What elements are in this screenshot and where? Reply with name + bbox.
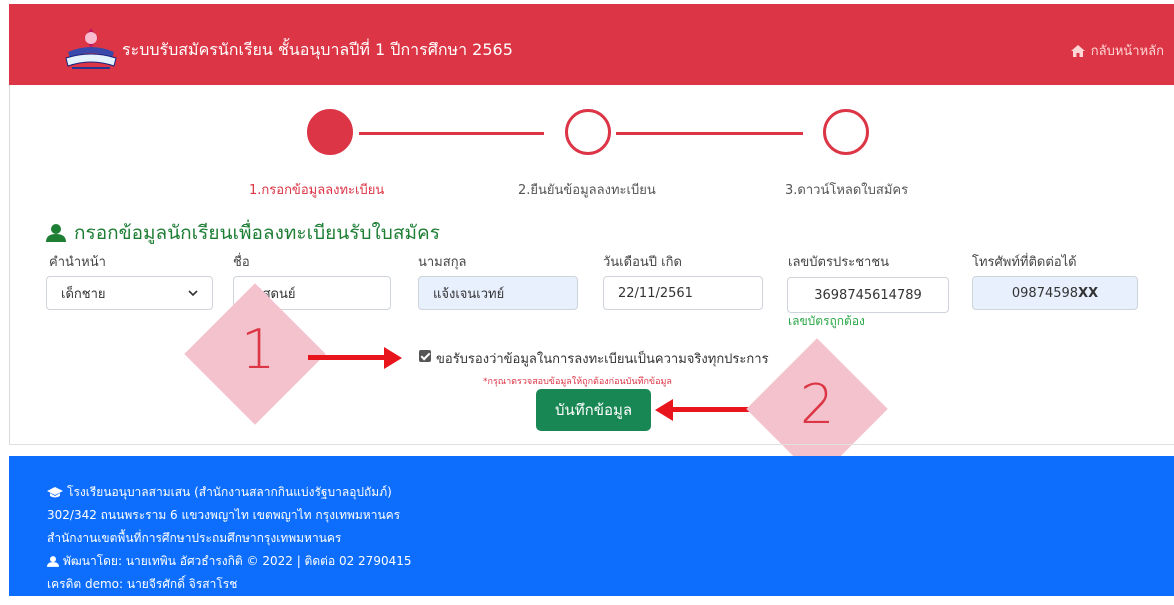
id-card-input[interactable]: 3698745614789 — [787, 277, 949, 313]
frame-border — [9, 85, 10, 445]
step-3-label: 3.ดาวน์โหลดใบสมัคร — [785, 183, 909, 198]
step-3-indicator — [823, 109, 869, 155]
consent-label: ขอรับรองว่าข้อมูลในการลงทะเบียนเป็นความจ… — [436, 352, 769, 367]
user-icon — [47, 556, 59, 567]
prefix-select[interactable]: เด็กชาย — [46, 276, 213, 310]
save-button[interactable]: บันทึกข้อมูล — [536, 389, 651, 431]
id-card-label: เลขบัตรประชาชน — [788, 255, 890, 270]
app-title: ระบบรับสมัครนักเรียน ชั้นอนุบาลปีที่ 1 ป… — [122, 40, 513, 59]
step-1-label: 1.กรอกข้อมูลลงทะเบียน — [249, 183, 385, 198]
home-link[interactable]: กลับหน้าหลัก — [1070, 40, 1164, 61]
section-title: กรอกข้อมูลนักเรียนเพื่อลงทะเบียนรับใบสมั… — [46, 218, 440, 248]
first-name-label: ชื่อ — [233, 255, 250, 270]
footer-credit: เครดิต demo: นายจีรศักดิ์ จิรสาโรช — [47, 577, 238, 591]
prefix-value: เด็กชาย — [61, 286, 106, 302]
step-1-indicator — [307, 109, 353, 155]
graduation-cap-icon — [47, 486, 63, 497]
footer-developer-text: พัฒนาโดย: นายเทพิน อัศวธำรงกิติ © 2022 |… — [63, 554, 412, 568]
footer-school: โรงเรียนอนุบาลสามเสน (สำนักงานสลากกินแบ่… — [47, 483, 392, 502]
home-icon — [1070, 44, 1085, 57]
birth-date-label: วันเดือนปี เกิด — [603, 255, 682, 270]
step-connector-2 — [616, 132, 803, 135]
phone-input[interactable]: 09874598 XX — [972, 276, 1138, 310]
phone-label: โทรศัพท์ที่ติดต่อได้ — [972, 255, 1077, 270]
step-2-label: 2.ยืนยันข้อมูลลงทะเบียน — [518, 183, 656, 198]
footer: โรงเรียนอนุบาลสามเสน (สำนักงานสลากกินแบ่… — [9, 456, 1174, 596]
user-icon — [46, 224, 66, 242]
footer-developer: พัฒนาโดย: นายเทพิน อัศวธำรงกิติ © 2022 |… — [47, 552, 412, 571]
step-connector-1 — [359, 132, 544, 135]
footer-address: 302/342 ถนนพระราม 6 แขวงพญาไท เขตพญาไท ก… — [47, 508, 401, 522]
footer-district: สำนักงานเขตพื้นที่การศึกษาประถมศึกษากรุง… — [47, 531, 342, 545]
prefix-label: คำนำหน้า — [49, 255, 106, 270]
phone-value: 09874598 — [1011, 285, 1079, 301]
phone-value-masked: XX — [1078, 285, 1099, 301]
last-name-value: แจ้งเจนเวทย์ — [433, 286, 505, 302]
school-emblem-icon — [65, 28, 117, 69]
header-bar: ระบบรับสมัครนักเรียน ชั้นอนุบาลปีที่ 1 ป… — [9, 4, 1174, 85]
last-name-label: นามสกุล — [418, 255, 467, 270]
step-2-indicator — [565, 109, 611, 155]
birth-date-value: 22/11/2561 — [618, 285, 693, 301]
chevron-down-icon — [188, 290, 198, 297]
birth-date-input[interactable]: 22/11/2561 — [603, 276, 763, 310]
footer-school-text: โรงเรียนอนุบาลสามเสน (สำนักงานสลากกินแบ่… — [67, 485, 392, 499]
annotation-arrow-1 — [308, 355, 386, 360]
annotation-number-2: 2 — [800, 373, 835, 436]
home-link-label: กลับหน้าหลัก — [1090, 44, 1164, 59]
consent-checkbox[interactable] — [419, 350, 431, 362]
last-name-input[interactable]: แจ้งเจนเวทย์ — [418, 276, 578, 310]
annotation-number-1: 1 — [241, 318, 276, 381]
id-card-value: 3698745614789 — [814, 287, 922, 303]
arrow-right-icon — [384, 347, 402, 369]
content-divider — [9, 444, 1174, 445]
id-card-valid-message: เลขบัตรถูกต้อง — [788, 314, 865, 328]
section-title-text: กรอกข้อมูลนักเรียนเพื่อลงทะเบียนรับใบสมั… — [74, 222, 440, 244]
warning-message: *กรุณาตรวจสอบข้อมูลให้ถูกต้องก่อนบันทึกข… — [483, 377, 672, 387]
